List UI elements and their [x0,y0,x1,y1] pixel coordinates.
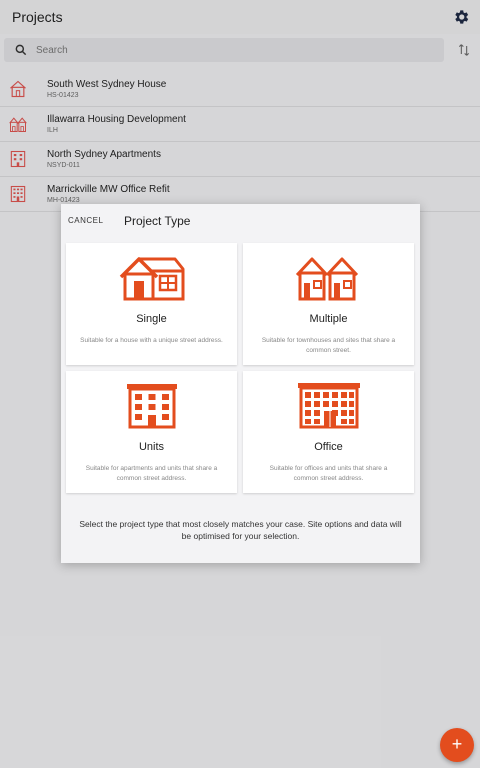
cancel-button[interactable]: CANCEL [68,216,103,225]
units-building-icon [126,384,177,429]
single-house-icon [119,257,184,301]
option-single-card[interactable]: Single Suitable for a house with a uniqu… [66,243,237,365]
dialog-title: Project Type [124,214,191,228]
multiple-houses-icon [295,257,358,301]
option-office-card[interactable]: Office Suitable for offices and units th… [243,371,414,493]
option-multiple-card[interactable]: Multiple Suitable for townhouses and sit… [243,243,414,365]
add-project-button[interactable]: + [440,728,474,762]
help-text: Select the project type that most closel… [79,519,402,541]
option-label: Units [138,441,165,453]
option-label: Multiple [309,313,348,325]
office-building-icon [297,383,360,429]
option-description: Suitable for townhouses and sites that s… [261,337,396,354]
option-label: Single [136,313,167,325]
option-description: Suitable for a house with a unique stree… [80,337,223,344]
option-label: Office [314,441,343,453]
project-type-dialog: CANCEL Project Type Single Suitable for … [61,204,420,563]
option-units-card[interactable]: Units Suitable for apartments and units … [66,371,237,493]
option-description: Suitable for offices and units that shar… [269,465,388,482]
plus-icon: + [451,734,463,754]
option-description: Suitable for apartments and units that s… [85,465,218,482]
